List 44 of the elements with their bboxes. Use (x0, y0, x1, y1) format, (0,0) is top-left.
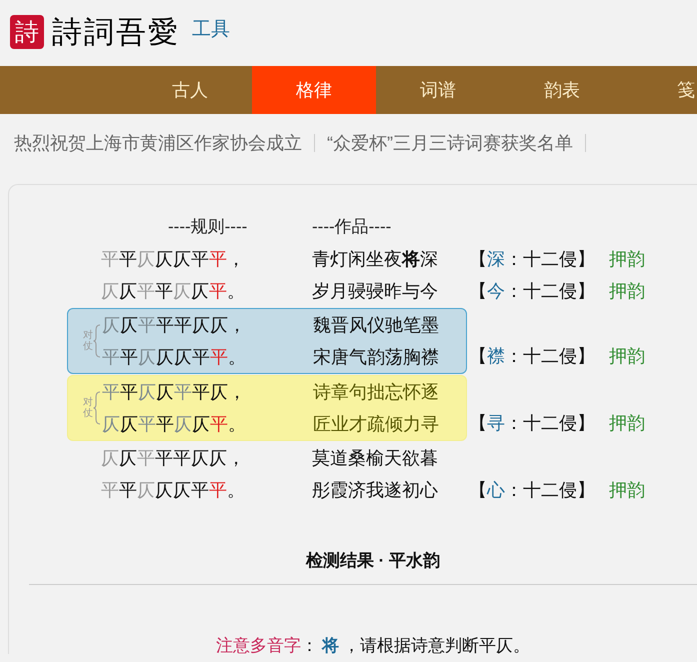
tone-pattern: 仄仄平平平仄仄， (101, 446, 246, 470)
nav-tab[interactable]: 格律 (252, 66, 376, 114)
rhyme-status: 押韵 (609, 412, 645, 434)
column-header: ----规则---- (168, 216, 248, 238)
brace-icon (93, 391, 101, 425)
tone-pattern: 平平仄仄仄平平。 (102, 346, 247, 368)
poem-line: 宋唐气韵荡胸襟 (313, 346, 439, 368)
column-header: ----作品---- (312, 216, 392, 238)
rhyme-note: 【心：十二侵】 (469, 478, 595, 502)
poem-line: 岁月骎骎昨与今 (312, 280, 438, 302)
brace-icon (93, 324, 101, 358)
tone-pattern: 平平仄仄仄平平， (101, 248, 246, 270)
rhyme-status: 押韵 (609, 478, 645, 502)
poem-line: 青灯闲坐夜将深 (312, 248, 438, 270)
rhyme-note: 【今：十二侵】 (469, 280, 595, 302)
nav-tab[interactable]: 韵表 (500, 66, 624, 114)
rhyme-status: 押韵 (609, 248, 645, 270)
poem-line: 匠业才疏倾力寻 (313, 412, 439, 436)
tone-pattern: 平平仄仄平平仄， (102, 380, 247, 404)
result-title: 检测结果 · 平水韵 (304, 550, 442, 572)
rhyme-status: 押韵 (609, 344, 645, 368)
logo-mark[interactable]: 詩 (10, 15, 44, 49)
rhyme-status: 押韵 (609, 280, 645, 302)
rhyme-note: 【襟：十二侵】 (469, 344, 595, 368)
rhyme-note: 【寻：十二侵】 (469, 412, 595, 434)
news-link[interactable]: 热烈祝贺上海市黄浦区作家协会成立 (14, 130, 302, 156)
tone-pattern: 仄仄平平仄仄平。 (102, 412, 247, 436)
poem-line: 诗章句拙忘怀逐 (313, 380, 439, 404)
rhyme-note: 【深：十二侵】 (469, 248, 595, 270)
tone-pattern: 仄仄平平仄仄平。 (101, 280, 246, 302)
tone-pattern: 仄仄平平平仄仄， (102, 314, 247, 336)
polyphone-note: 注意多音字： 将 ，请根据诗意判断平仄。 (215, 634, 531, 656)
news-link[interactable]: “众爱杯”三月三诗词赛获奖名单 (327, 130, 573, 156)
section-link[interactable]: 工具 (192, 16, 230, 44)
nav-tab[interactable]: 古人 (128, 66, 252, 114)
poem-line: 彤霞济我遂初心 (312, 478, 438, 502)
parallel-label: 对仗 (83, 397, 93, 419)
nav-tab[interactable]: 笺 (624, 66, 697, 114)
site-logo-text[interactable]: 詩詞吾愛 (52, 10, 180, 54)
nav-tab[interactable]: 词谱 (376, 66, 500, 114)
parallel-label: 对仗 (83, 330, 93, 352)
tone-pattern: 平平仄仄仄平平。 (101, 478, 246, 502)
poem-line: 莫道桑榆天欲暮 (312, 446, 438, 470)
poem-line: 魏晋风仪驰笔墨 (313, 314, 439, 336)
